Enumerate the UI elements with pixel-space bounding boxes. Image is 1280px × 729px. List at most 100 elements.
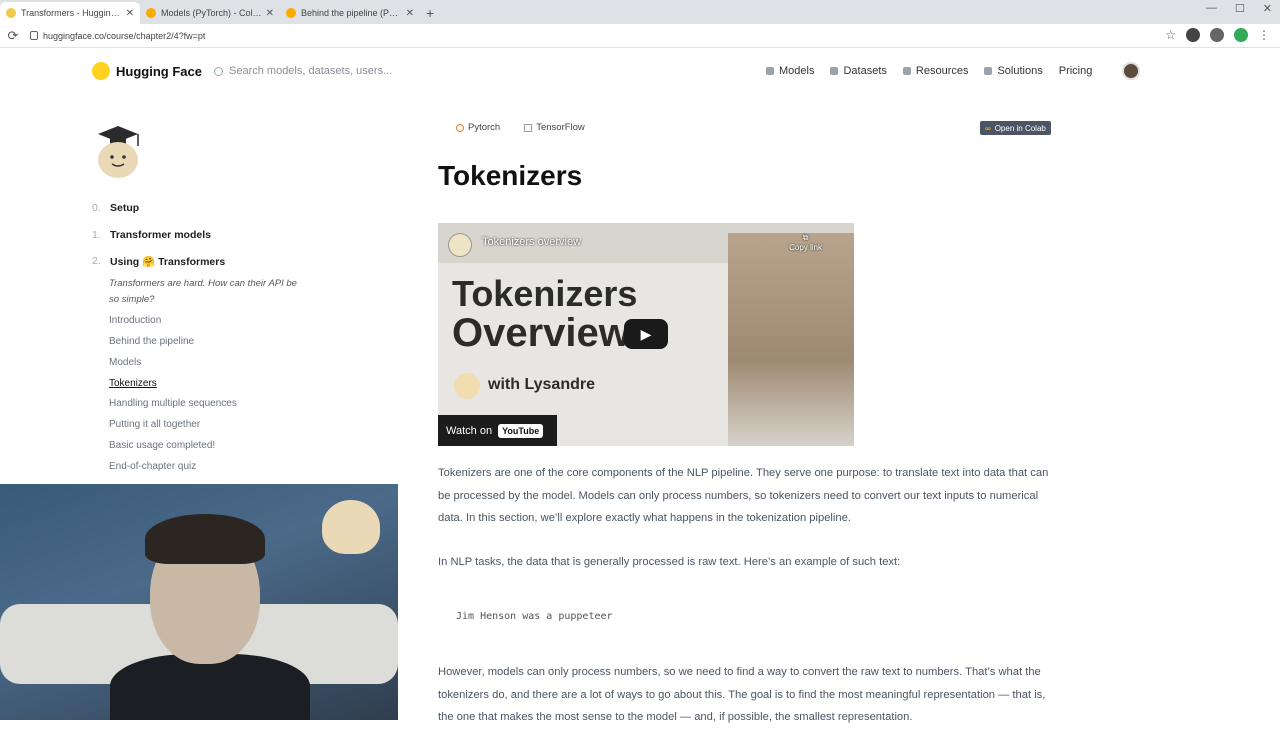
hugging-face-plush <box>322 500 380 554</box>
chapter-tagline: Transformers are hard. How can their API… <box>109 278 297 305</box>
browser-tab-label: Transformers - Hugging Face <box>21 8 122 18</box>
nav-link-label: Pricing <box>1058 65 1093 77</box>
watch-on-label: Watch on <box>446 424 493 437</box>
close-window-icon[interactable]: ✕ <box>1263 2 1272 15</box>
sidebar-chapter-setup[interactable]: 0. Setup <box>92 202 139 214</box>
url-field[interactable]: huggingface.co/course/chapter2/4?fw=pt <box>30 31 205 41</box>
site-navbar: Hugging Face Search models, datasets, us… <box>0 48 1280 96</box>
thumbnail-headline-1: Tokenizers <box>452 273 638 314</box>
hugging-face-logo-icon <box>92 62 110 80</box>
tab-label: Pytorch <box>468 122 501 133</box>
webcam-overlay <box>0 484 398 720</box>
nav-link-solutions[interactable]: Solutions <box>984 65 1043 77</box>
framework-tabs: Pytorch TensorFlow <box>456 122 585 133</box>
huggingface-favicon-icon <box>6 8 16 18</box>
copy-link-label: Copy link <box>789 243 822 252</box>
url-text: huggingface.co/course/chapter2/4?fw=pt <box>43 30 206 41</box>
close-tab-icon[interactable]: ✕ <box>126 8 134 19</box>
window-controls: — ☐ ✕ <box>1206 2 1272 15</box>
youtube-video-embed[interactable]: Tokenizers overview ⧉ Copy link Tokenize… <box>438 223 854 446</box>
tab-pytorch[interactable]: Pytorch <box>456 122 500 133</box>
maximize-icon[interactable]: ☐ <box>1235 2 1245 15</box>
video-title[interactable]: Tokenizers overview <box>482 236 581 248</box>
nav-links: Models Datasets Resources Solutions Pric… <box>766 65 1092 77</box>
sidebar-item-putting-it-all-together[interactable]: Putting it all together <box>109 419 200 430</box>
presenter-hair <box>145 514 265 564</box>
extension-icon[interactable] <box>1186 28 1200 42</box>
minimize-icon[interactable]: — <box>1206 2 1217 15</box>
thumbnail-mascot-icon <box>454 373 480 399</box>
sidebar-item-handling-multiple-sequences[interactable]: Handling multiple sequences <box>109 398 237 409</box>
puzzle-icon[interactable] <box>1210 28 1224 42</box>
channel-avatar <box>448 233 472 257</box>
tab-tensorflow[interactable]: TensorFlow <box>524 122 585 133</box>
chapter-number: 1. <box>92 229 101 241</box>
new-tab-icon[interactable]: + <box>426 2 434 24</box>
open-in-colab-button[interactable]: ∞ Open in Colab <box>980 121 1051 135</box>
brand-logo[interactable]: Hugging Face <box>92 62 202 80</box>
copy-icon: ⧉ <box>802 233 809 242</box>
lock-icon <box>30 31 38 40</box>
reload-icon[interactable]: ⟳ <box>0 28 26 44</box>
sidebar-chapter-using-transformers[interactable]: 2. Using 🤗 Transformers <box>92 255 225 268</box>
sidebar-item-introduction[interactable]: Introduction <box>109 315 161 326</box>
nav-link-pricing[interactable]: Pricing <box>1059 65 1093 77</box>
sidebar-item-behind-the-pipeline[interactable]: Behind the pipeline <box>109 336 194 347</box>
nav-link-label: Solutions <box>997 65 1043 77</box>
paragraph-numbers: However, models can only process numbers… <box>438 666 1046 723</box>
models-icon <box>766 67 774 75</box>
chapter-label: Setup <box>110 202 140 214</box>
browser-tab[interactable]: Behind the pipeline (PyTorch) - Colab ✕ <box>280 2 420 24</box>
chapter-label: Transformer models <box>110 229 211 241</box>
colab-label: Open in Colab <box>994 123 1046 133</box>
pytorch-icon <box>456 123 464 132</box>
search-box[interactable]: Search models, datasets, users... <box>214 65 392 77</box>
chapter-number: 2. <box>92 255 101 267</box>
nav-link-label: Models <box>779 65 815 77</box>
colab-favicon-icon <box>286 8 296 18</box>
browser-tab-label: Models (PyTorch) - Colaboratory <box>161 8 262 18</box>
browser-tab-label: Behind the pipeline (PyTorch) - Colab <box>301 8 402 18</box>
sidebar-item-models[interactable]: Models <box>109 357 141 368</box>
browser-tab[interactable]: Models (PyTorch) - Colaboratory ✕ <box>140 2 280 24</box>
menu-kebab-icon[interactable]: ⋮ <box>1258 28 1270 42</box>
youtube-logo-icon: YouTube <box>498 423 544 438</box>
play-button-icon[interactable]: ▶ <box>624 319 668 349</box>
course-mascot-icon <box>98 126 139 178</box>
browser-tabstrip: Transformers - Hugging Face ✕ Models (Py… <box>0 0 1280 24</box>
paragraph-raw-text: In NLP tasks, the data that is generally… <box>438 556 901 568</box>
nav-link-label: Resources <box>915 65 969 77</box>
solutions-icon <box>984 67 993 75</box>
chapter-number: 0. <box>92 202 101 214</box>
user-avatar[interactable] <box>1122 62 1140 80</box>
brand-name: Hugging Face <box>116 63 202 79</box>
sidebar-chapter-transformer-models[interactable]: 1. Transformer models <box>92 229 211 241</box>
paragraph-intro: Tokenizers are one of the core component… <box>438 467 1049 524</box>
resources-icon <box>902 67 911 75</box>
thumbnail-headline-2: Overview <box>452 311 630 355</box>
sidebar-item-tokenizers[interactable]: Tokenizers <box>109 378 157 389</box>
sidebar-item-end-of-chapter-quiz[interactable]: End-of-chapter quiz <box>109 461 196 472</box>
sidebar-item-basic-usage-completed[interactable]: Basic usage completed! <box>109 440 215 451</box>
bookmark-star-icon[interactable]: ☆ <box>1165 28 1176 42</box>
profile-avatar-icon[interactable] <box>1234 28 1248 42</box>
code-example: Jim Henson was a puppeteer <box>456 611 613 622</box>
chapter-label: Using 🤗 Transformers <box>110 256 226 268</box>
search-icon <box>214 66 223 76</box>
close-tab-icon[interactable]: ✕ <box>406 8 414 19</box>
colab-favicon-icon <box>146 8 156 18</box>
address-bar: ⟳ huggingface.co/course/chapter2/4?fw=pt… <box>0 24 1280 48</box>
browser-tab[interactable]: Transformers - Hugging Face ✕ <box>0 2 140 24</box>
close-tab-icon[interactable]: ✕ <box>266 8 274 19</box>
nav-link-models[interactable]: Models <box>766 65 814 77</box>
thumbnail-with-text: with Lysandre <box>488 376 595 393</box>
nav-link-resources[interactable]: Resources <box>902 65 969 77</box>
nav-link-datasets[interactable]: Datasets <box>830 65 887 77</box>
extension-toolbar: ☆ ⋮ <box>1165 28 1270 42</box>
copy-link-button[interactable]: ⧉ Copy link <box>789 233 822 252</box>
datasets-icon <box>830 67 839 75</box>
watch-on-youtube-button[interactable]: Watch on YouTube <box>438 415 557 446</box>
nav-link-label: Datasets <box>843 65 887 77</box>
tab-label: TensorFlow <box>536 122 585 133</box>
search-placeholder: Search models, datasets, users... <box>229 65 393 77</box>
